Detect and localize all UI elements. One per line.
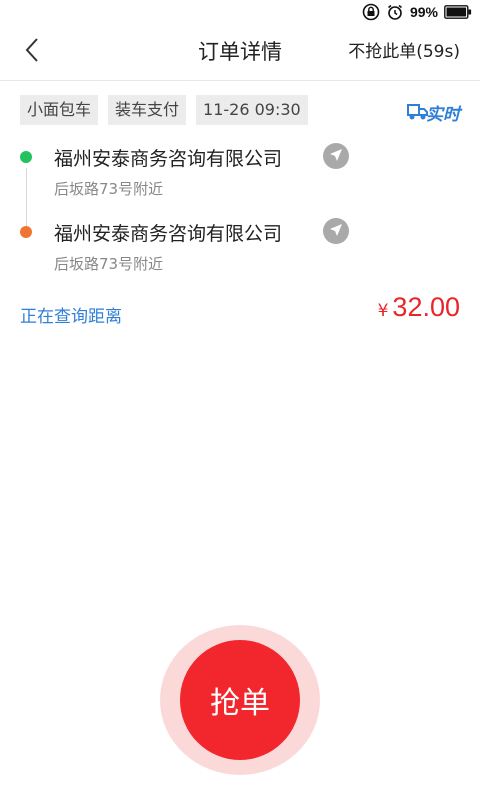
grab-order-button[interactable]: 抢单 (180, 640, 300, 760)
skip-order-button[interactable]: 不抢此单(59s) (348, 24, 460, 80)
currency-symbol: ¥ (377, 301, 389, 321)
dropoff-navigate-button[interactable] (323, 218, 349, 244)
pickup-navigate-button[interactable] (323, 143, 349, 169)
pickup-name: 福州安泰商务咨询有限公司 (54, 148, 283, 170)
order-tags: 小面包车 装车支付 11-26 09:30 (20, 95, 308, 125)
status-icons: 99% (362, 2, 472, 22)
pickup-dot (20, 151, 32, 163)
lock-rotation-icon (362, 3, 380, 21)
distance-query-link[interactable]: 正在查询距离 (20, 302, 122, 327)
battery-percent: 99% (409, 4, 438, 20)
back-button[interactable] (16, 36, 48, 68)
payment-type-tag: 装车支付 (108, 95, 187, 125)
order-time-tag: 11-26 09:30 (196, 95, 308, 125)
title-bar: 订单详情 不抢此单(59s) (0, 24, 480, 81)
price-value: 32.00 (392, 292, 460, 322)
vehicle-type-tag: 小面包车 (20, 95, 99, 125)
truck-icon (406, 101, 428, 125)
battery-icon (444, 5, 472, 19)
chevron-left-icon (24, 37, 40, 67)
dropoff-name: 福州安泰商务咨询有限公司 (54, 223, 283, 245)
navigation-arrow-icon (329, 147, 343, 166)
status-bar: 99% (0, 0, 480, 24)
navigation-arrow-icon (329, 222, 343, 241)
pickup-detail: 后坂路73号附近 (54, 180, 164, 198)
order-price: ¥ 32.00 (378, 292, 460, 323)
alarm-icon (386, 3, 404, 21)
dropoff-detail: 后坂路73号附近 (54, 255, 164, 273)
route-connector (26, 168, 27, 228)
dropoff-dot (20, 226, 32, 238)
realtime-badge: 实时 (406, 100, 460, 125)
realtime-label: 实时 (426, 105, 460, 125)
